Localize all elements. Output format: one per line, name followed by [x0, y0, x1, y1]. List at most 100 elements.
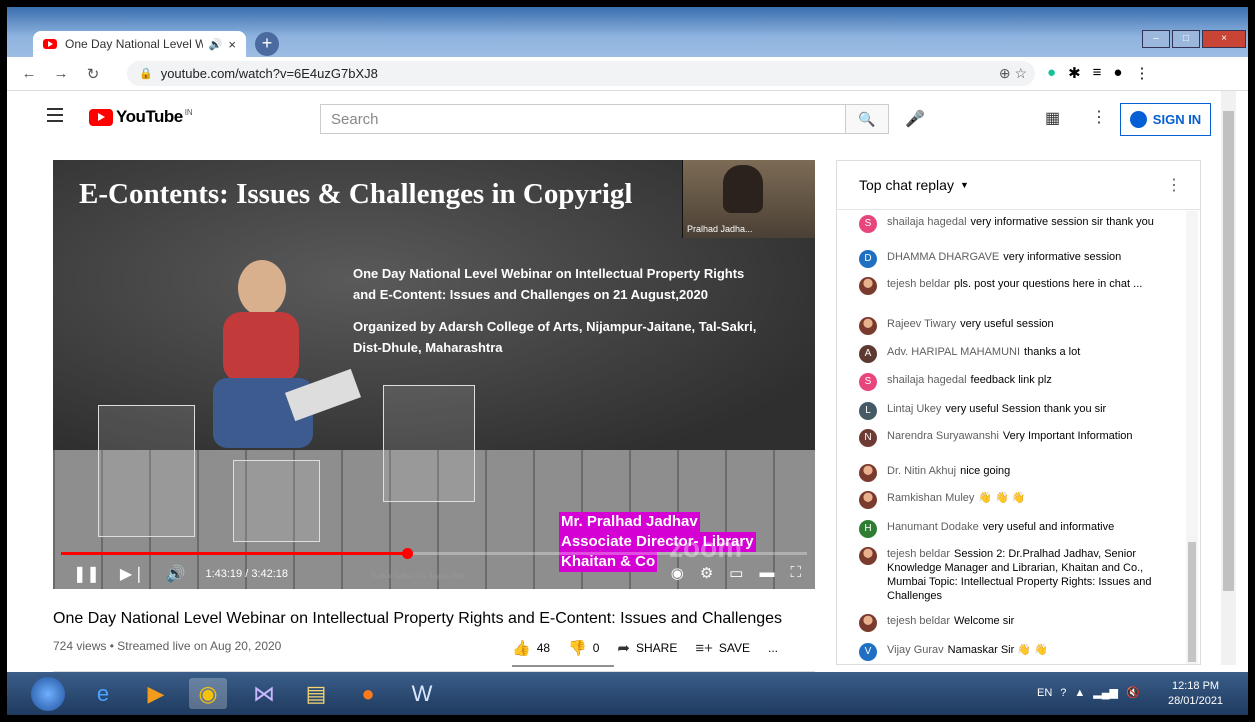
search-button[interactable]: 🔍 — [845, 104, 889, 134]
minimize-button[interactable]: – — [1142, 30, 1170, 48]
close-window-button[interactable]: × — [1202, 30, 1246, 48]
avatar[interactable]: A — [859, 345, 877, 363]
word-icon[interactable]: W — [403, 678, 441, 709]
autoplay-toggle-icon[interactable]: ◉ — [671, 564, 684, 582]
zoom-icon[interactable]: ⊕ ☆ — [999, 65, 1027, 82]
new-tab-button[interactable]: + — [255, 32, 279, 56]
slide-line-4: Dist-Dhule, Maharashtra — [353, 340, 503, 355]
avatar[interactable] — [859, 547, 877, 565]
search-input[interactable]: Search — [320, 104, 846, 134]
theater-mode-icon[interactable]: ▬ — [759, 564, 774, 582]
video-player[interactable]: E-Contents: Issues & Challenges in Copyr… — [53, 160, 815, 589]
page-scrollbar-thumb[interactable] — [1223, 111, 1234, 591]
chat-author[interactable]: shailaja hagedal — [887, 216, 967, 228]
chat-author[interactable]: tejesh beldar — [887, 615, 950, 627]
video-progress-bar[interactable] — [61, 548, 807, 559]
chat-author[interactable]: tejesh beldar — [887, 548, 950, 560]
avatar[interactable] — [859, 464, 877, 482]
chat-author[interactable]: DHAMMA DHARGAVE — [887, 251, 999, 263]
reload-icon[interactable]: ↻ — [83, 65, 103, 83]
reading-list-icon[interactable]: ≡ — [1093, 64, 1102, 82]
avatar[interactable]: D — [859, 250, 877, 268]
tab-close-icon[interactable]: × — [228, 37, 236, 52]
save-button[interactable]: ≡+ SAVE — [695, 639, 750, 657]
next-icon[interactable]: ▶❘ — [120, 564, 146, 584]
microphone-icon[interactable]: 🎤 — [905, 109, 925, 129]
settings-gear-icon[interactable]: ⚙ — [700, 564, 713, 582]
tray-arrow-icon[interactable]: ▲ — [1074, 687, 1085, 699]
chat-text: Welcome sir — [954, 615, 1015, 627]
firefox-icon[interactable]: ● — [349, 678, 387, 709]
avatar[interactable]: S — [859, 373, 877, 391]
back-arrow-icon[interactable]: ← — [19, 65, 39, 82]
chat-author[interactable]: Lintaj Ukey — [887, 403, 941, 415]
more-actions-button[interactable]: ... — [768, 639, 778, 657]
chrome-icon[interactable]: ◉ — [189, 678, 227, 709]
apps-grid-icon[interactable]: ▦ — [1045, 108, 1060, 128]
avatar[interactable]: S — [859, 215, 877, 233]
volume-muted-icon[interactable]: 🔇 — [1126, 686, 1140, 699]
help-icon[interactable]: ? — [1060, 687, 1066, 699]
fullscreen-icon[interactable]: ⛶ — [790, 564, 801, 582]
taskbar-clock[interactable]: 12:18 PM 28/01/2021 — [1168, 679, 1223, 709]
avatar[interactable]: L — [859, 402, 877, 420]
network-icon[interactable]: ▂▄▆ — [1093, 686, 1118, 699]
avatar[interactable] — [859, 317, 877, 335]
file-explorer-icon[interactable]: ▤ — [297, 678, 335, 709]
player-controls: ❚❚ ▶❘ 🔊 1:43:19 / 3:42:18 ◉ ⚙ ▭ ▬ ⛶ — [53, 558, 815, 589]
chat-author[interactable]: Hanumant Dodake — [887, 521, 979, 533]
profile-icon[interactable]: ● — [1113, 64, 1122, 82]
settings-dots-icon[interactable]: ⋮ — [1091, 107, 1107, 127]
forward-arrow-icon[interactable]: → — [51, 65, 71, 82]
omnibox[interactable]: 🔒 youtube.com/watch?v=6E4uzG7bXJ8 ⊕ ☆ — [127, 61, 1035, 86]
chat-text: Namaskar Sir 👋 👋 — [947, 644, 1048, 656]
chat-message-body: shailaja hagedal very informative session… — [887, 215, 1154, 233]
zoom-app-icon[interactable]: ⋈ — [245, 678, 283, 709]
chat-message-body: Hanumant Dodake very useful and informati… — [887, 520, 1114, 538]
chat-more-icon[interactable]: ⋮ — [1166, 175, 1182, 195]
internet-explorer-icon[interactable]: e — [84, 678, 122, 709]
avatar[interactable] — [859, 277, 877, 295]
chrome-menu-icon[interactable]: ⋮ — [1134, 64, 1149, 82]
avatar[interactable] — [859, 491, 877, 509]
chat-author[interactable]: shailaja hagedal — [887, 374, 967, 386]
miniplayer-icon[interactable]: ▭ — [729, 564, 743, 582]
sign-in-button[interactable]: SIGN IN — [1120, 103, 1211, 136]
language-indicator[interactable]: EN — [1037, 687, 1052, 699]
volume-icon[interactable]: 🔊 — [166, 564, 186, 584]
grammarly-icon[interactable]: ● — [1047, 64, 1056, 82]
dislike-button[interactable]: 👎 0 — [568, 639, 599, 657]
chat-scrollbar[interactable] — [1186, 211, 1198, 664]
avatar[interactable]: N — [859, 429, 877, 447]
avatar[interactable] — [859, 614, 877, 632]
maximize-button[interactable]: □ — [1172, 30, 1200, 48]
avatar[interactable]: H — [859, 520, 877, 538]
start-button-icon[interactable] — [31, 677, 65, 711]
speaker-icon[interactable]: 🔊 — [209, 38, 223, 51]
chat-author[interactable]: Adv. HARIPAL MAHAMUNI — [887, 346, 1020, 358]
chat-author[interactable]: tejesh beldar — [887, 278, 950, 290]
chat-author[interactable]: Vijay Gurav — [887, 644, 944, 656]
like-button[interactable]: 👍 48 — [512, 639, 550, 657]
browser-tab[interactable]: One Day National Level Web 🔊 × — [33, 31, 246, 57]
media-player-icon[interactable]: ▶ — [137, 678, 175, 709]
hamburger-menu-icon[interactable] — [47, 108, 63, 126]
chat-author[interactable]: Dr. Nitin Akhuj — [887, 465, 956, 477]
extensions-puzzle-icon[interactable]: ✱ — [1068, 64, 1081, 82]
url-text[interactable]: youtube.com/watch?v=6E4uzG7bXJ8 — [161, 66, 378, 81]
youtube-logo[interactable]: YouTube IN — [89, 107, 193, 127]
chat-message-body: Lintaj Ukey very useful Session thank you… — [887, 402, 1106, 420]
chat-scrollbar-thumb[interactable] — [1188, 542, 1196, 662]
chat-author[interactable]: Rajeev Tiwary — [887, 318, 956, 330]
sentiment-bar — [512, 665, 614, 667]
chat-author[interactable]: Narendra Suryawanshi — [887, 430, 999, 442]
page-scrollbar[interactable] — [1221, 91, 1236, 665]
chat-text: very informative session sir thank you — [970, 216, 1154, 228]
chat-author[interactable]: Ramkishan Muley — [887, 492, 974, 504]
extensions: ● ✱ ≡ ● ⋮ — [1047, 64, 1149, 82]
pause-icon[interactable]: ❚❚ — [73, 564, 100, 584]
share-button[interactable]: ➦ SHARE — [617, 639, 677, 657]
chevron-down-icon[interactable]: ▼ — [960, 180, 969, 190]
avatar[interactable]: V — [859, 643, 877, 661]
chat-mode-dropdown[interactable]: Top chat replay — [859, 177, 954, 193]
